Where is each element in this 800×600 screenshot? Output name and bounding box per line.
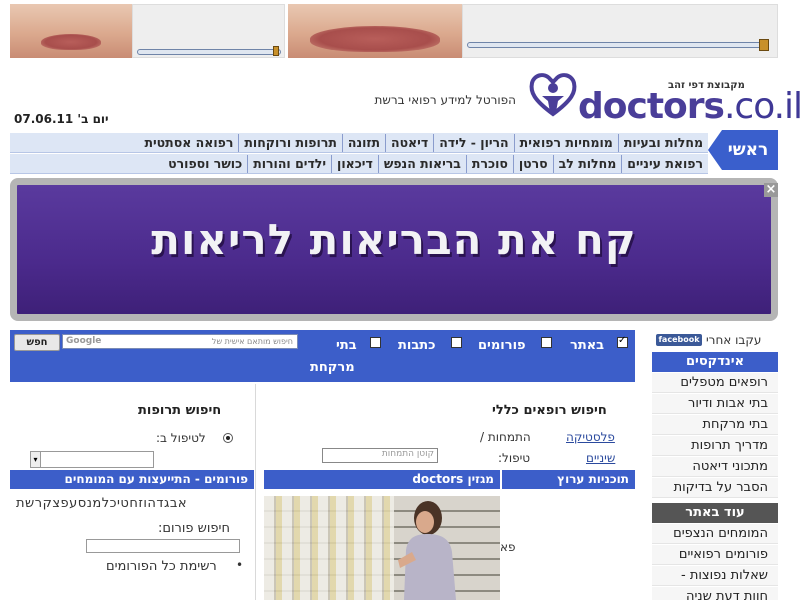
- banner-photo-left: [10, 4, 132, 58]
- sidebar-item-diet-recipes[interactable]: מתכוני דיאטה: [652, 457, 778, 477]
- link-teeth[interactable]: שיניים: [586, 451, 615, 465]
- sidebar-item-drug-guide[interactable]: מדריך תרופות: [652, 436, 778, 456]
- nav-item[interactable]: רפואת עיניים: [621, 154, 708, 173]
- ad-text: קח את הבריאות לריאות: [151, 215, 637, 264]
- sidebar-item-top-experts[interactable]: המומחים הנצפים: [652, 524, 778, 544]
- forum-search-input[interactable]: [86, 539, 240, 553]
- sidebar-item-pharmacies[interactable]: בתי מרקחת: [652, 415, 778, 435]
- specialty-label: התמחות /: [480, 430, 531, 444]
- sidebar-item-faq[interactable]: שאלות נפוצות -: [652, 566, 778, 586]
- logo-text[interactable]: doctors.co.il: [578, 86, 800, 127]
- drug-dropdown[interactable]: ▾: [30, 451, 154, 468]
- nav-item[interactable]: תרופות ורוקחות: [238, 133, 342, 152]
- nav-item[interactable]: הריון - לידה: [433, 133, 513, 152]
- search-placeholder: חיפוש מותאם אישית של: [211, 337, 293, 346]
- link-plastic-surgery[interactable]: פלסטיקה: [566, 430, 615, 444]
- nav-item[interactable]: מומחיות רפואית: [513, 133, 618, 152]
- nav-item[interactable]: דיכאון: [331, 154, 378, 173]
- magazine-bar[interactable]: מגזין doctors: [264, 470, 500, 489]
- banner-slider-right[interactable]: [467, 42, 765, 48]
- nav-item[interactable]: בריאות הנפש: [377, 154, 466, 173]
- search-option-site[interactable]: באתר: [570, 338, 604, 353]
- magazine-photo[interactable]: [264, 496, 500, 600]
- treatment-label: טיפול:: [498, 451, 531, 465]
- nav-home-tab[interactable]: ראשי: [708, 130, 778, 170]
- doctor-search-title: חיפוש רופאים כללי: [492, 403, 607, 418]
- nav-item[interactable]: תזונה: [341, 133, 385, 152]
- nav-row-1: מחלות ובעיות מומחיות רפואית הריון - לידה…: [10, 133, 708, 153]
- drug-search-title: חיפוש תרופות: [138, 403, 222, 418]
- sidebar-item-second-opinion[interactable]: חוות דעת שניה: [652, 587, 778, 600]
- forums-bar[interactable]: פורומים - התייעצות עם המומחים: [10, 470, 254, 489]
- banner-photo-lips: [288, 4, 462, 58]
- sidebar-item-nursing-homes[interactable]: בתי אבות ודיור: [652, 394, 778, 414]
- nav-item[interactable]: מחלות לב: [552, 154, 622, 173]
- search-option-forums-checkbox[interactable]: [541, 337, 552, 348]
- date-label: יום ב' 07.06.11: [14, 112, 109, 126]
- tagline: הפורטל למידע רפואי ברשת: [374, 93, 516, 107]
- banner-panel-right: [462, 4, 778, 58]
- more-title: עוד באתר: [652, 503, 778, 523]
- forum-search-label: חיפוש פורום:: [158, 521, 230, 536]
- banner-panel-left: [132, 4, 285, 58]
- woman-shopping-image: [398, 501, 456, 600]
- column-divider: [255, 384, 256, 600]
- dropdown-arrow-icon[interactable]: ▾: [31, 452, 41, 467]
- google-brand: Google: [66, 336, 102, 346]
- nav-item[interactable]: סוכרת: [465, 154, 513, 173]
- search-button[interactable]: חפש: [14, 334, 60, 351]
- search-option-articles-checkbox[interactable]: [451, 337, 462, 348]
- nav-item[interactable]: ילדים והורות: [247, 154, 331, 173]
- ad-close-icon[interactable]: ×: [764, 183, 778, 197]
- nav-row-2: רפואת עיניים מחלות לב סרטן סוכרת בריאות …: [10, 154, 708, 174]
- sidebar-item-doctors[interactable]: רופאים מטפלים: [652, 373, 778, 393]
- partial-text: פא: [500, 540, 516, 554]
- search-option-articles[interactable]: כתבות: [398, 338, 436, 353]
- forum-letters[interactable]: אבגדהוזחטיכלמנסעפצקרשת: [16, 496, 187, 511]
- banner-slider-right-thumb[interactable]: [759, 39, 769, 51]
- nav-item[interactable]: מחלות ובעיות: [617, 133, 708, 152]
- search-option-pharmacies-checkbox[interactable]: [370, 337, 381, 348]
- nav-item[interactable]: כושר וספורט: [163, 155, 247, 173]
- banner-slider-left[interactable]: [137, 49, 281, 55]
- search-option-pharmacies-cont: מרקחת: [310, 360, 355, 375]
- forum-list-link[interactable]: רשימת כל הפורומים: [106, 559, 217, 574]
- nav-item[interactable]: רפואה אסתטית: [139, 134, 238, 152]
- ad-banner[interactable]: קח את הבריאות לריאות: [10, 178, 778, 321]
- search-input[interactable]: Google חיפוש מותאם אישית של: [62, 334, 298, 349]
- treatment-radio[interactable]: [223, 433, 233, 443]
- logo-heart-icon: [529, 73, 577, 117]
- specialty-input[interactable]: קוטן התמחות: [322, 448, 438, 463]
- facebook-badge[interactable]: facebook: [656, 334, 702, 346]
- search-option-forums[interactable]: פורומים: [478, 338, 526, 353]
- nav-item[interactable]: דיאטה: [384, 133, 433, 152]
- sidebar-item-tests[interactable]: הסבר על בדיקות: [652, 478, 778, 498]
- search-option-pharmacies[interactable]: בתי: [336, 338, 357, 353]
- forum-list-bullet: •: [236, 558, 244, 572]
- sidebar-item-medical-forums[interactable]: פורומים רפואיים: [652, 545, 778, 565]
- search-option-site-checkbox[interactable]: [617, 335, 628, 348]
- banner-slider-left-thumb[interactable]: [273, 46, 279, 56]
- index-title: אינדקסים: [652, 352, 778, 372]
- logo-group-label: מקבוצת דפי זהב: [668, 80, 745, 91]
- nav-item[interactable]: סרטן: [512, 154, 553, 173]
- follow-label: עקבו אחרי: [706, 333, 762, 347]
- treatment-radio-label: לטיפול ב:: [156, 431, 206, 445]
- tv-programs-bar[interactable]: תוכניות ערוץ: [502, 470, 635, 489]
